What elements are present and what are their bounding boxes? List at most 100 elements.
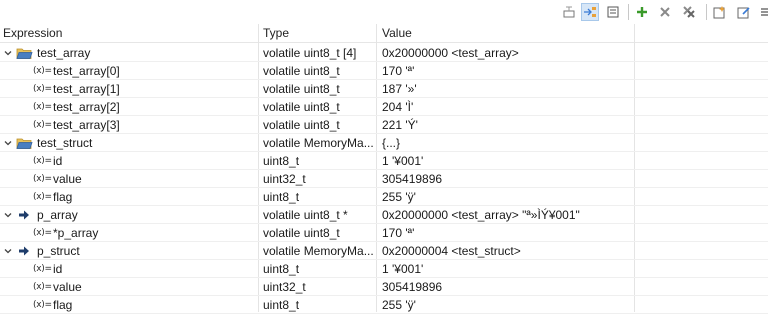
collapse-all-button[interactable] <box>604 3 622 21</box>
expression-value[interactable]: 204 'Ì' <box>382 98 632 116</box>
folder-open-icon <box>16 134 33 152</box>
expression-value[interactable]: 1 '¥001' <box>382 152 632 170</box>
show-type-names-icon <box>562 5 576 19</box>
add-expression-icon <box>635 5 649 19</box>
tree-row[interactable]: test_array volatile uint8_t [4] 0x20000000… <box>0 44 768 62</box>
remove-all-expressions-icon <box>682 5 696 19</box>
tree-row[interactable]: (x)= test_array[3] volatile uint8_t 221 'Ý' <box>0 116 768 134</box>
expression-value[interactable]: 170 'ª' <box>382 224 632 242</box>
expression-value[interactable]: 0x20000004 <test_struct> <box>382 242 632 260</box>
show-logical-structure-icon <box>583 5 597 19</box>
remove-all-expressions-button[interactable] <box>680 3 698 21</box>
chevron-down-icon[interactable] <box>2 44 14 62</box>
remove-expression-icon <box>658 5 672 19</box>
tree-row[interactable]: p_array volatile uint8_t * 0x20000000 <tes… <box>0 206 768 224</box>
pin-icon <box>737 5 751 19</box>
expression-name: test_array[3] <box>53 118 120 132</box>
add-expression-button[interactable] <box>633 3 651 21</box>
show-type-names-button[interactable] <box>560 3 578 21</box>
expression-type: uint8_t <box>263 262 300 276</box>
variable-icon: (x)= <box>33 156 52 166</box>
toolbar <box>0 0 768 24</box>
column-value-header[interactable]: Value <box>382 24 412 42</box>
tree-row[interactable]: (x)= test_array[1] volatile uint8_t 187 '»' <box>0 80 768 98</box>
tree-row[interactable]: (x)= id uint8_t 1 '¥001' <box>0 260 768 278</box>
expression-type: volatile MemoryMa... <box>263 244 373 258</box>
expression-value[interactable]: 1 '¥001' <box>382 260 632 278</box>
chevron-down-icon[interactable] <box>2 206 14 224</box>
tree-row[interactable]: p_struct volatile MemoryMa... 0x20000004 <… <box>0 242 768 260</box>
expression-value[interactable]: 305419896 <box>382 278 632 296</box>
column-header: Expression Type Value <box>0 24 768 43</box>
expression-type: volatile uint8_t <box>263 226 340 240</box>
toolbar-separator <box>706 4 707 20</box>
tree-row[interactable]: (x)= value uint32_t 305419896 <box>0 170 768 188</box>
expression-value[interactable]: 0x20000000 <test_array> "ª»ÌÝ¥001" <box>382 206 632 224</box>
expression-type: volatile uint8_t <box>263 100 340 114</box>
expression-name: p_array <box>37 208 78 222</box>
expression-value[interactable]: {...} <box>382 134 632 152</box>
expression-value[interactable]: 255 'ÿ' <box>382 188 632 206</box>
expression-name: id <box>53 262 63 276</box>
variable-icon: (x)= <box>33 102 52 112</box>
expression-name: id <box>53 154 63 168</box>
expression-type: volatile uint8_t <box>263 118 340 132</box>
expression-type: uint32_t <box>263 280 306 294</box>
variable-icon: (x)= <box>33 120 52 130</box>
expression-type: uint32_t <box>263 172 306 186</box>
variable-icon: (x)= <box>33 264 52 274</box>
expression-name: test_array[1] <box>53 82 120 96</box>
expression-type: volatile uint8_t [4] <box>263 46 357 60</box>
expression-value[interactable]: 305419896 <box>382 170 632 188</box>
expression-value[interactable]: 187 '»' <box>382 80 632 98</box>
pin-button[interactable] <box>735 3 753 21</box>
tree-row[interactable]: (x)= test_array[2] volatile uint8_t 204 'Ì' <box>0 98 768 116</box>
tree-row[interactable]: (x)= *p_array volatile uint8_t 170 'ª' <box>0 224 768 242</box>
variable-icon: (x)= <box>33 192 52 202</box>
remove-expression-button[interactable] <box>656 3 674 21</box>
expression-type: uint8_t <box>263 190 300 204</box>
variable-icon: (x)= <box>33 228 52 238</box>
view-menu-button[interactable] <box>756 3 768 21</box>
toolbar-separator <box>628 4 629 20</box>
chevron-down-icon[interactable] <box>2 134 14 152</box>
variable-icon: (x)= <box>33 66 52 76</box>
pointer-arrow-icon <box>18 206 30 224</box>
variable-icon: (x)= <box>33 282 52 292</box>
tree-row[interactable]: (x)= id uint8_t 1 '¥001' <box>0 152 768 170</box>
expression-type: volatile uint8_t <box>263 82 340 96</box>
view-menu-icon <box>758 5 768 19</box>
tree-row[interactable]: (x)= value uint32_t 305419896 <box>0 278 768 296</box>
tree-row[interactable]: (x)= test_array[0] volatile uint8_t 170 'ª' <box>0 62 768 80</box>
expression-name: flag <box>53 190 73 204</box>
pointer-arrow-icon <box>18 242 30 260</box>
expression-value[interactable]: 221 'Ý' <box>382 116 632 134</box>
show-logical-structure-button[interactable] <box>581 3 599 21</box>
expression-name: test_array[0] <box>53 64 120 78</box>
expression-type: volatile uint8_t * <box>263 208 348 222</box>
collapse-all-icon <box>606 5 620 19</box>
new-view-icon <box>713 5 727 19</box>
expression-name: test_struct <box>37 136 93 150</box>
expression-value[interactable]: 255 'ÿ' <box>382 296 632 314</box>
tree-row[interactable]: (x)= flag uint8_t 255 'ÿ' <box>0 296 768 314</box>
column-expression-header[interactable]: Expression <box>3 24 62 42</box>
variable-icon: (x)= <box>33 84 52 94</box>
expression-type: volatile MemoryMa... <box>263 136 373 150</box>
expression-name: p_struct <box>37 244 80 258</box>
expression-type: uint8_t <box>263 154 300 168</box>
expression-name: test_array <box>37 46 91 60</box>
tree-row[interactable]: test_struct volatile MemoryMa... {...} <box>0 134 768 152</box>
column-type-header[interactable]: Type <box>263 24 289 42</box>
expression-name: *p_array <box>53 226 99 240</box>
tree-row[interactable]: (x)= flag uint8_t 255 'ÿ' <box>0 188 768 206</box>
expression-type: uint8_t <box>263 298 300 312</box>
variable-icon: (x)= <box>33 300 52 310</box>
expression-name: flag <box>53 298 73 312</box>
new-view-button[interactable] <box>711 3 729 21</box>
expression-type: volatile uint8_t <box>263 64 340 78</box>
expression-value[interactable]: 170 'ª' <box>382 62 632 80</box>
expression-name: value <box>53 280 82 294</box>
chevron-down-icon[interactable] <box>2 242 14 260</box>
expression-value[interactable]: 0x20000000 <test_array> <box>382 44 632 62</box>
